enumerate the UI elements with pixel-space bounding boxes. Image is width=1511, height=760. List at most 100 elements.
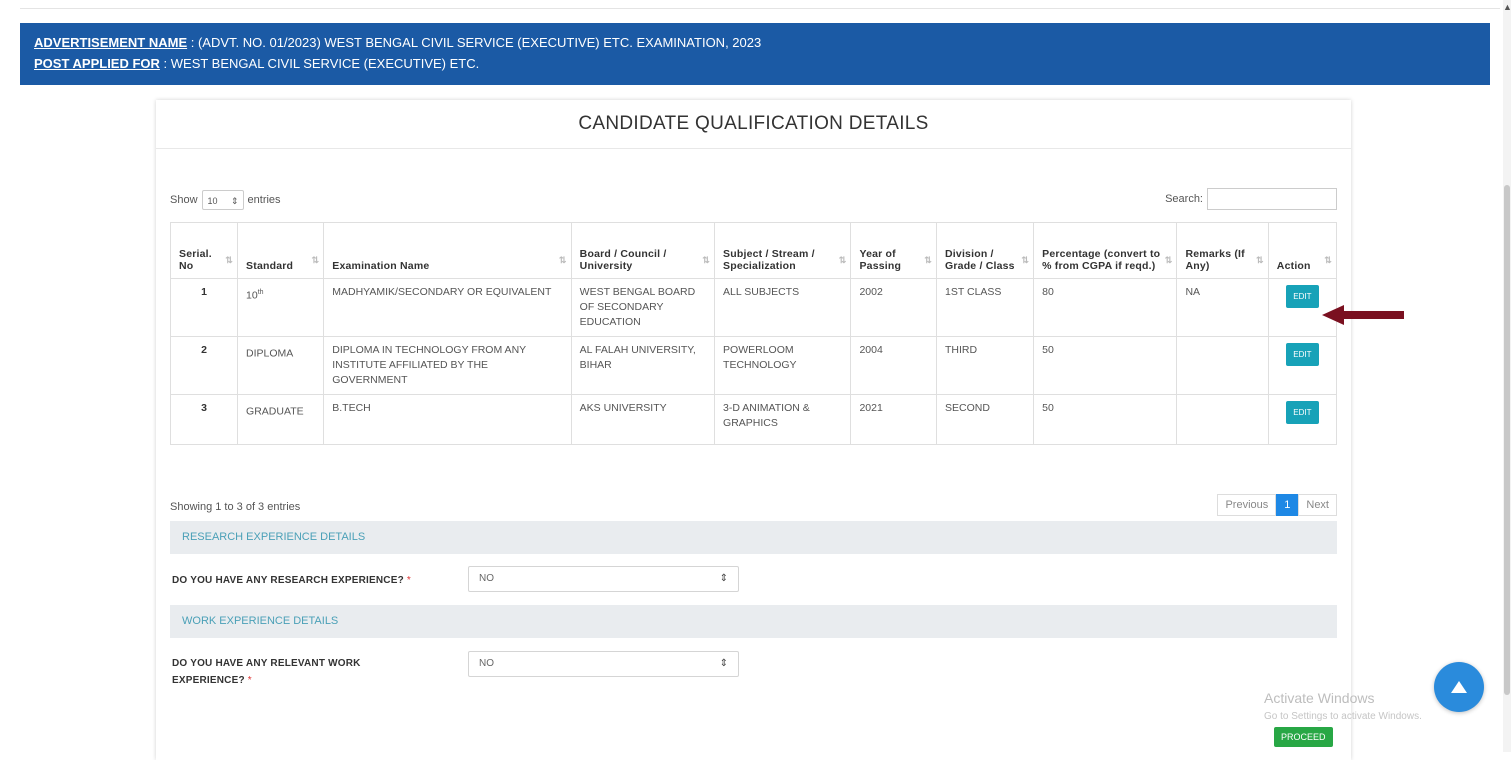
col-percentage[interactable]: Percentage (convert to % from CGPA if re… [1033, 222, 1178, 279]
col-action[interactable]: Action ⇅ [1267, 222, 1338, 279]
col-remarks[interactable]: Remarks (If Any) ⇅ [1176, 222, 1269, 279]
entries-label: entries [247, 194, 281, 206]
cell-division: THIRD [935, 336, 1035, 395]
entries-length-control: Show 10 ⇕ entries [170, 190, 281, 210]
col-exam[interactable]: Examination Name ⇅ [323, 222, 572, 279]
col-percentage-label: Percentage (convert to % from CGPA if re… [1042, 248, 1161, 272]
cell-action: EDIT [1267, 394, 1338, 445]
advertisement-line: ADVERTISEMENT NAME : (ADVT. NO. 01/2023)… [34, 32, 1476, 53]
col-year[interactable]: Year of Passing ⇅ [850, 222, 937, 279]
edit-button[interactable]: EDIT [1286, 343, 1319, 366]
sort-icon: ⇅ [311, 255, 320, 265]
entries-select[interactable]: 10 ⇕ [201, 190, 244, 210]
page-title: CANDIDATE QUALIFICATION DETAILS [156, 100, 1351, 149]
cell-subject: ALL SUBJECTS [714, 278, 852, 337]
research-select[interactable]: NO ⇕ [468, 566, 739, 592]
work-question-line2: EXPERIENCE? [172, 675, 245, 686]
advertisement-banner: ADVERTISEMENT NAME : (ADVT. NO. 01/2023)… [20, 23, 1490, 85]
required-mark: * [406, 575, 411, 586]
sort-icon: ⇅ [1021, 255, 1030, 265]
col-year-label: Year of Passing [859, 248, 902, 272]
sort-icon: ⇅ [558, 255, 567, 265]
cell-remarks [1176, 336, 1269, 395]
advertisement-value: : (ADVT. NO. 01/2023) WEST BENGAL CIVIL … [187, 35, 762, 50]
page-1-button[interactable]: 1 [1276, 494, 1299, 516]
col-board[interactable]: Board / Council / University ⇅ [570, 222, 716, 279]
col-serial[interactable]: Serial. No ⇅ [169, 222, 239, 279]
cell-board: AKS UNIVERSITY [570, 394, 716, 445]
work-select-value: NO [479, 658, 494, 669]
activate-windows-subtitle: Go to Settings to activate Windows. [1264, 711, 1422, 722]
work-select[interactable]: NO ⇕ [468, 651, 739, 677]
table-row: 3 GRADUATE B.TECH AKS UNIVERSITY 3-D ANI… [169, 394, 1338, 445]
cell-division: SECOND [935, 394, 1035, 445]
cell-percentage: 50 [1033, 394, 1178, 445]
sort-icon: ⇅ [1164, 255, 1173, 265]
show-label: Show [170, 194, 198, 206]
advertisement-label: ADVERTISEMENT NAME [34, 35, 188, 50]
cell-exam: DIPLOMA IN TECHNOLOGY FROM ANY INSTITUTE… [323, 336, 572, 395]
search-input[interactable] [1207, 188, 1337, 210]
standard-text: DIPLOMA [246, 347, 294, 360]
cell-subject: POWERLOOM TECHNOLOGY [714, 336, 852, 395]
activate-windows-title: Activate Windows [1264, 690, 1375, 706]
cell-year: 2002 [850, 278, 937, 337]
top-divider [20, 8, 1500, 9]
work-question: DO YOU HAVE ANY RELEVANT WORK EXPERIENCE… [172, 655, 361, 689]
cell-year: 2021 [850, 394, 937, 445]
col-division[interactable]: Division / Grade / Class ⇅ [935, 222, 1035, 279]
cell-remarks: NA [1176, 278, 1269, 337]
cell-subject: 3-D ANIMATION & GRAPHICS [714, 394, 852, 445]
cell-division: 1ST CLASS [935, 278, 1035, 337]
cell-serial: 2 [169, 336, 239, 395]
cell-standard: GRADUATE [237, 394, 325, 445]
standard-sup: th [257, 289, 264, 296]
cell-board: WEST BENGAL BOARD OF SECONDARY EDUCATION [570, 278, 716, 337]
post-line: POST APPLIED FOR : WEST BENGAL CIVIL SER… [34, 53, 1476, 74]
table-header-row: Serial. No ⇅ Standard ⇅ Examination Name ⇅ … [169, 222, 1338, 279]
col-subject[interactable]: Subject / Stream / Specialization ⇅ [714, 222, 852, 279]
scroll-top-button[interactable] [1434, 662, 1484, 712]
work-section-header: WORK EXPERIENCE DETAILS [170, 605, 1337, 638]
cell-board: AL FALAH UNIVERSITY, BIHAR [570, 336, 716, 395]
proceed-button[interactable]: PROCEED [1274, 727, 1333, 747]
cell-serial: 1 [169, 278, 239, 337]
research-section-header: RESEARCH EXPERIENCE DETAILS [170, 521, 1337, 554]
next-button[interactable]: Next [1298, 494, 1337, 516]
standard-text: 10 [246, 289, 258, 302]
work-question-line1: DO YOU HAVE ANY RELEVANT WORK [172, 658, 361, 669]
post-value: : WEST BENGAL CIVIL SERVICE (EXECUTIVE) … [159, 56, 480, 71]
scrollbar-thumb[interactable] [1504, 185, 1510, 695]
cell-percentage: 50 [1033, 336, 1178, 395]
sort-icon: ⇅ [1324, 255, 1332, 265]
edit-button[interactable]: EDIT [1286, 285, 1319, 308]
entries-value: 10 [207, 196, 218, 206]
previous-button[interactable]: Previous [1217, 494, 1277, 516]
select-arrow-icon: ⇕ [719, 573, 728, 584]
col-serial-label: Serial. No [179, 248, 212, 272]
qualification-card: CANDIDATE QUALIFICATION DETAILS Show 10 … [156, 100, 1351, 760]
edit-button[interactable]: EDIT [1286, 401, 1319, 424]
table-row: 1 10th MADHYAMIK/SECONDARY OR EQUIVALENT… [169, 278, 1338, 337]
cell-exam: B.TECH [323, 394, 572, 445]
col-standard-label: Standard [246, 260, 294, 272]
select-arrow-icon: ⇕ [230, 196, 239, 206]
research-question: DO YOU HAVE ANY RESEARCH EXPERIENCE? * [172, 572, 411, 589]
post-label: POST APPLIED FOR [34, 56, 160, 71]
cell-exam: MADHYAMIK/SECONDARY OR EQUIVALENT [323, 278, 572, 337]
standard-text: GRADUATE [246, 405, 304, 418]
cell-remarks [1176, 394, 1269, 445]
col-standard[interactable]: Standard ⇅ [237, 222, 325, 279]
cell-serial: 3 [169, 394, 239, 445]
research-question-text: DO YOU HAVE ANY RESEARCH EXPERIENCE? [172, 575, 404, 586]
table-search: Search: [1165, 188, 1337, 210]
sort-icon: ⇅ [702, 255, 711, 265]
col-exam-label: Examination Name [332, 260, 430, 272]
scroll-top-icon [1451, 681, 1467, 693]
cell-year: 2004 [850, 336, 937, 395]
col-division-label: Division / Grade / Class [945, 248, 1015, 272]
scroll-up-icon[interactable]: ▲ [1503, 2, 1511, 12]
qualification-table: Serial. No ⇅ Standard ⇅ Examination Name ⇅ … [169, 222, 1338, 445]
sort-icon: ⇅ [1256, 255, 1264, 265]
sort-icon: ⇅ [225, 255, 234, 265]
